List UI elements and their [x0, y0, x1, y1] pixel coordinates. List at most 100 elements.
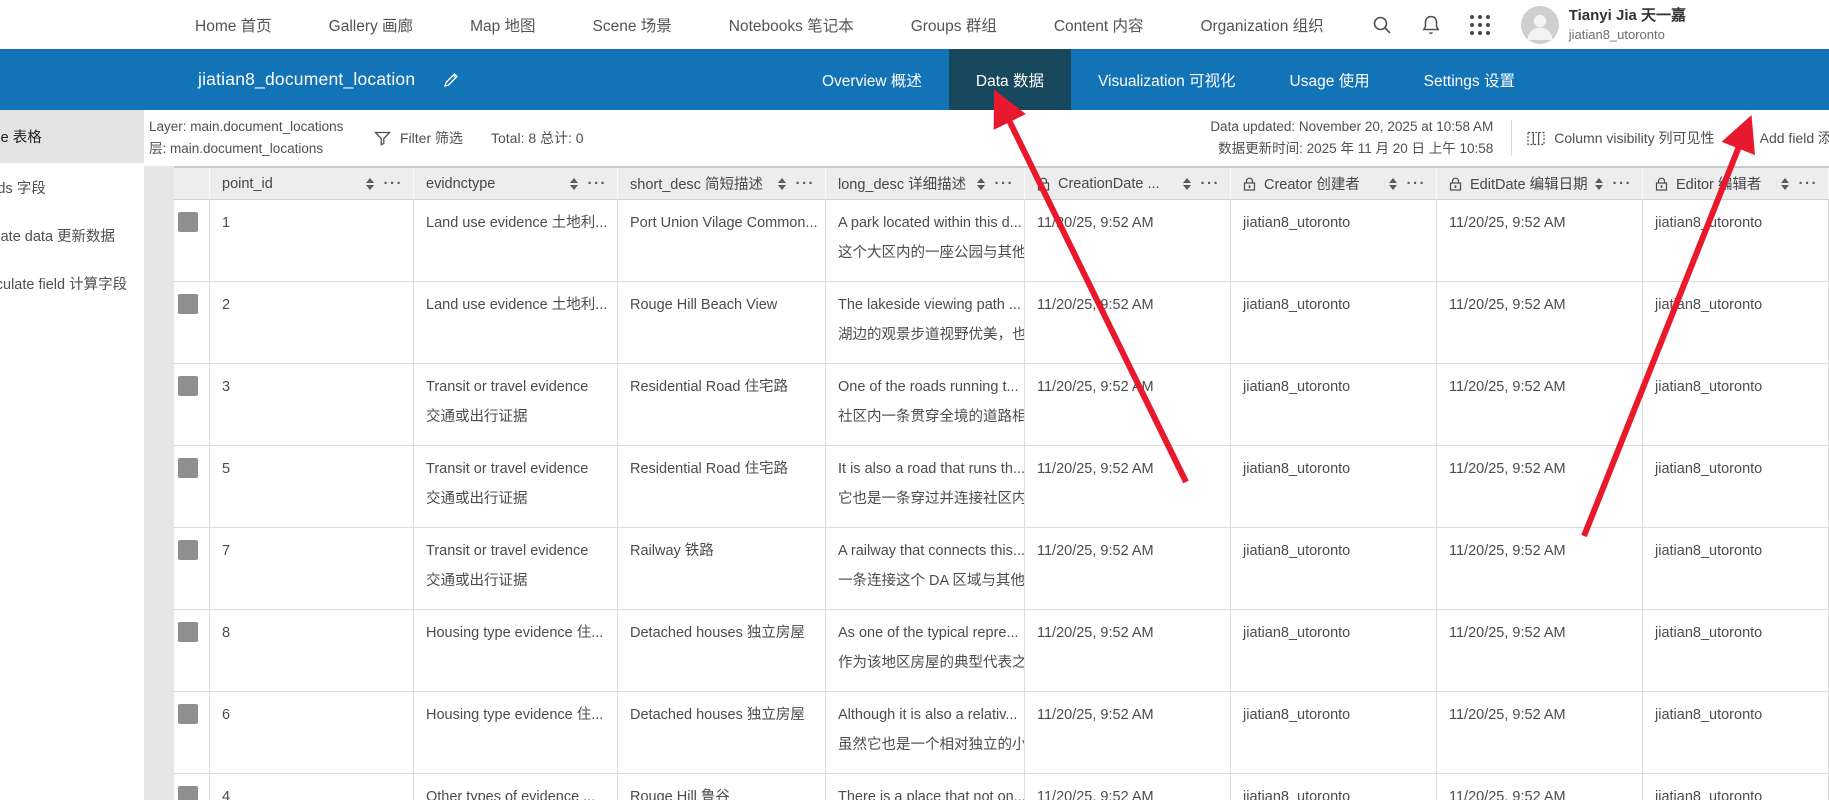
cell-point_id[interactable]: 7	[210, 528, 414, 609]
cell-point_id[interactable]: 5	[210, 446, 414, 527]
notifications-bell-icon[interactable]	[1421, 14, 1441, 36]
cell-creator[interactable]: jiatian8_utoronto	[1231, 610, 1437, 691]
user-menu[interactable]: Tianyi Jia 天一嘉 jiatian8_utoronto	[1520, 5, 1686, 44]
cell-evidnctype[interactable]: Transit or travel evidence 交通或出行证据	[414, 528, 618, 609]
search-icon[interactable]	[1372, 15, 1392, 35]
column-header-evidnctype[interactable]: evidnctype ···	[414, 168, 618, 199]
cell-creation_date[interactable]: 11/20/25, 9:52 AM	[1025, 200, 1231, 281]
cell-creator[interactable]: jiatian8_utoronto	[1231, 528, 1437, 609]
column-menu-icon[interactable]: ···	[1799, 176, 1819, 191]
column-header-short_desc[interactable]: short_desc 简短描述 ···	[618, 168, 826, 199]
sort-icon[interactable]	[777, 177, 786, 190]
cell-short_desc[interactable]: Railway 铁路	[618, 528, 826, 609]
column-menu-icon[interactable]: ···	[796, 176, 816, 191]
sort-icon[interactable]	[976, 177, 985, 190]
row-checkbox[interactable]	[178, 294, 198, 314]
sidebar-item-table[interactable]: Table 表格	[0, 110, 144, 163]
column-menu-icon[interactable]: ···	[588, 176, 608, 191]
nav-organization[interactable]: Organization 组织	[1200, 14, 1323, 36]
sort-icon[interactable]	[365, 177, 374, 190]
sort-icon[interactable]	[569, 177, 578, 190]
cell-creation_date[interactable]: 11/20/25, 9:52 AM	[1025, 282, 1231, 363]
cell-evidnctype[interactable]: Housing type evidence 住...	[414, 692, 618, 773]
cell-creation_date[interactable]: 11/20/25, 9:52 AM	[1025, 692, 1231, 773]
column-menu-icon[interactable]: ···	[384, 176, 404, 191]
cell-creator[interactable]: jiatian8_utoronto	[1231, 774, 1437, 800]
cell-evidnctype[interactable]: Other types of evidence ...	[414, 774, 618, 800]
cell-point_id[interactable]: 1	[210, 200, 414, 281]
row-checkbox[interactable]	[178, 212, 198, 232]
column-header-long_desc[interactable]: long_desc 详细描述 ···	[826, 168, 1025, 199]
sort-icon[interactable]	[1388, 177, 1397, 190]
nav-groups[interactable]: Groups 群组	[911, 14, 997, 36]
column-menu-icon[interactable]: ···	[1201, 176, 1221, 191]
cell-edit_date[interactable]: 11/20/25, 9:52 AM	[1437, 528, 1643, 609]
tab-data[interactable]: Data 数据	[948, 49, 1071, 110]
cell-creation_date[interactable]: 11/20/25, 9:52 AM	[1025, 774, 1231, 800]
cell-long_desc[interactable]: One of the roads running t... 社区内一条贯穿全境的道…	[826, 364, 1025, 445]
cell-point_id[interactable]: 3	[210, 364, 414, 445]
column-header-point_id[interactable]: point_id ···	[210, 168, 414, 199]
cell-short_desc[interactable]: Detached houses 独立房屋	[618, 692, 826, 773]
column-header-creator[interactable]: Creator 创建者 ···	[1231, 168, 1437, 199]
edit-title-pencil-icon[interactable]	[442, 71, 460, 89]
cell-edit_date[interactable]: 11/20/25, 9:52 AM	[1437, 364, 1643, 445]
cell-creation_date[interactable]: 11/20/25, 9:52 AM	[1025, 528, 1231, 609]
cell-long_desc[interactable]: There is a place that not on...	[826, 774, 1025, 800]
nav-home[interactable]: Home 首页	[195, 14, 272, 36]
column-menu-icon[interactable]: ···	[1407, 176, 1427, 191]
row-checkbox[interactable]	[178, 704, 198, 724]
cell-edit_date[interactable]: 11/20/25, 9:52 AM	[1437, 610, 1643, 691]
nav-content[interactable]: Content 内容	[1054, 14, 1144, 36]
cell-creator[interactable]: jiatian8_utoronto	[1231, 446, 1437, 527]
sidebar-item-fields[interactable]: Fields 字段	[0, 163, 144, 211]
tab-visualization[interactable]: Visualization 可视化	[1071, 49, 1263, 110]
cell-creation_date[interactable]: 11/20/25, 9:52 AM	[1025, 364, 1231, 445]
tab-usage[interactable]: Usage 使用	[1263, 49, 1397, 110]
add-field-button[interactable]: + Add field 添加字段	[1741, 128, 1829, 148]
column-header-creation_date[interactable]: CreationDate ... ···	[1025, 168, 1231, 199]
cell-short_desc[interactable]: Port Union Vilage Common...	[618, 200, 826, 281]
row-checkbox[interactable]	[178, 786, 198, 800]
cell-point_id[interactable]: 6	[210, 692, 414, 773]
cell-short_desc[interactable]: Rouge Hill 鲁谷	[618, 774, 826, 800]
nav-gallery[interactable]: Gallery 画廊	[329, 14, 413, 36]
cell-creator[interactable]: jiatian8_utoronto	[1231, 364, 1437, 445]
tab-overview[interactable]: Overview 概述	[795, 49, 949, 110]
column-menu-icon[interactable]: ···	[1613, 176, 1633, 191]
sidebar-item-update-data[interactable]: Update data 更新数据	[0, 211, 144, 259]
row-checkbox[interactable]	[178, 458, 198, 478]
cell-long_desc[interactable]: A park located within this d... 这个大区内的一座公…	[826, 200, 1025, 281]
cell-editor[interactable]: jiatian8_utoronto	[1643, 528, 1829, 609]
cell-evidnctype[interactable]: Transit or travel evidence 交通或出行证据	[414, 364, 618, 445]
cell-edit_date[interactable]: 11/20/25, 9:52 AM	[1437, 692, 1643, 773]
sidebar-item-calculate-field[interactable]: Calculate field 计算字段	[0, 259, 144, 307]
cell-evidnctype[interactable]: Land use evidence 土地利...	[414, 282, 618, 363]
cell-editor[interactable]: jiatian8_utoronto	[1643, 610, 1829, 691]
sort-icon[interactable]	[1594, 177, 1603, 190]
column-visibility-button[interactable]: Column visibility 列可见性	[1527, 128, 1715, 148]
app-launcher-icon[interactable]	[1469, 14, 1492, 36]
row-checkbox[interactable]	[178, 540, 198, 560]
nav-notebooks[interactable]: Notebooks 笔记本	[729, 14, 854, 36]
sort-icon[interactable]	[1780, 177, 1789, 190]
cell-short_desc[interactable]: Detached houses 独立房屋	[618, 610, 826, 691]
cell-point_id[interactable]: 2	[210, 282, 414, 363]
cell-long_desc[interactable]: The lakeside viewing path ... 湖边的观景步道视野优美…	[826, 282, 1025, 363]
cell-edit_date[interactable]: 11/20/25, 9:52 AM	[1437, 774, 1643, 800]
column-header-editor[interactable]: Editor 编辑者 ···	[1643, 168, 1829, 199]
cell-long_desc[interactable]: Although it is also a relativ... 虽然它也是一个相…	[826, 692, 1025, 773]
cell-short_desc[interactable]: Residential Road 住宅路	[618, 364, 826, 445]
cell-long_desc[interactable]: A railway that connects this... 一条连接这个 DA…	[826, 528, 1025, 609]
column-menu-icon[interactable]: ···	[995, 176, 1015, 191]
cell-editor[interactable]: jiatian8_utoronto	[1643, 692, 1829, 773]
cell-editor[interactable]: jiatian8_utoronto	[1643, 200, 1829, 281]
cell-creator[interactable]: jiatian8_utoronto	[1231, 692, 1437, 773]
tab-settings[interactable]: Settings 设置	[1397, 49, 1542, 110]
cell-creation_date[interactable]: 11/20/25, 9:52 AM	[1025, 610, 1231, 691]
cell-edit_date[interactable]: 11/20/25, 9:52 AM	[1437, 446, 1643, 527]
cell-creator[interactable]: jiatian8_utoronto	[1231, 200, 1437, 281]
cell-long_desc[interactable]: As one of the typical repre... 作为该地区房屋的典型…	[826, 610, 1025, 691]
nav-map[interactable]: Map 地图	[470, 14, 535, 36]
cell-edit_date[interactable]: 11/20/25, 9:52 AM	[1437, 200, 1643, 281]
